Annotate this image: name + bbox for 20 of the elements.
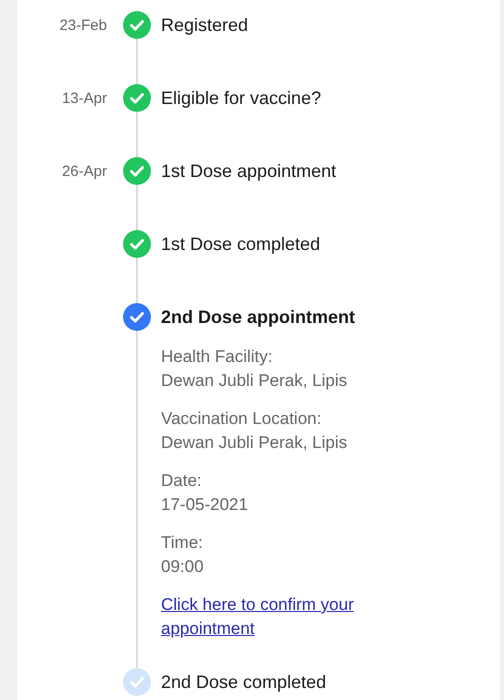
step-title: 1st Dose completed (161, 233, 320, 256)
step-title: 2nd Dose completed (161, 671, 326, 694)
check-icon (123, 84, 151, 112)
step-date: 13-Apr (62, 90, 107, 107)
step-date: 23-Feb (59, 17, 107, 34)
detail-text: Date: 17-05-2021 (161, 470, 248, 516)
detail-text: Health Facility: Dewan Jubli Perak, Lipis (161, 346, 348, 392)
check-icon (123, 157, 151, 185)
check-icon (123, 230, 151, 258)
detail-text: Time: 09:00 (161, 532, 204, 578)
detail-text: Vaccination Location: Dewan Jubli Perak, Lipis (161, 408, 348, 454)
confirm-link[interactable]: Click here to confirm your appointment (161, 593, 401, 641)
step-title: 2nd Dose appointment (161, 306, 356, 329)
check-icon (123, 11, 151, 39)
step-date: 26-Apr (62, 163, 107, 180)
step-title: Eligible for vaccine? (161, 87, 322, 110)
check-icon (123, 303, 151, 331)
step-title: 1st Dose appointment (161, 160, 336, 183)
check-icon (123, 668, 151, 696)
step-title: Registered (161, 14, 248, 37)
